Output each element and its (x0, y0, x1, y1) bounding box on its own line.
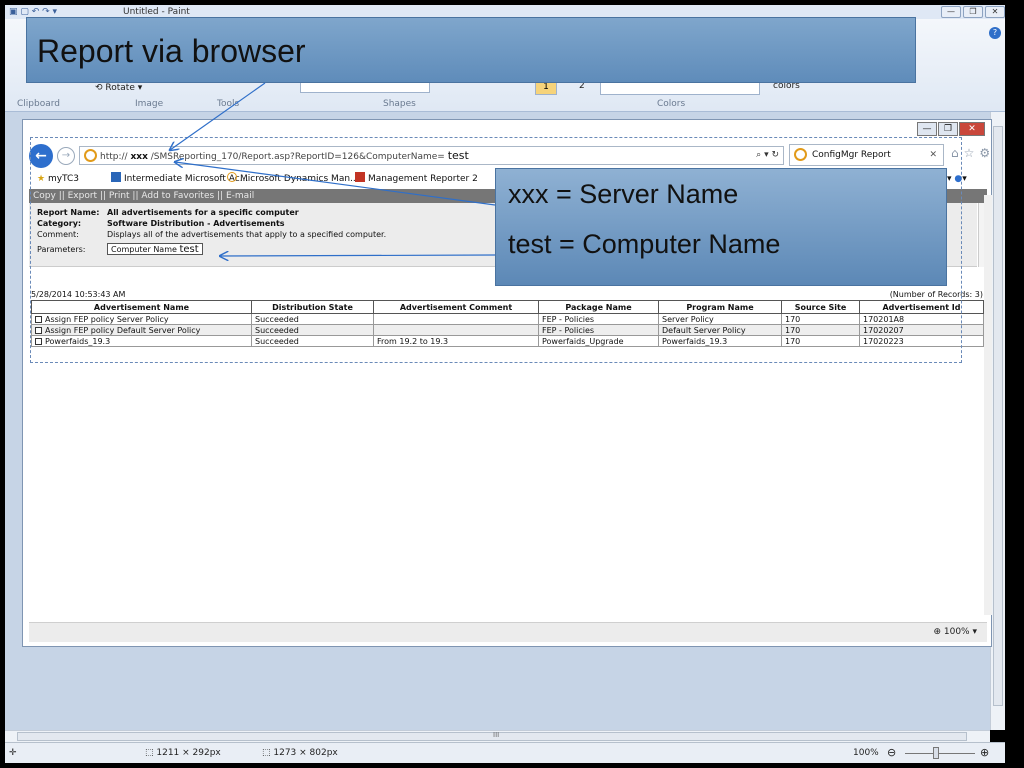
zoom-out-icon[interactable]: ⊖ (887, 746, 896, 759)
ribbon-group-colors: Colors (657, 99, 686, 109)
zoom-icon: ⊕ (933, 627, 941, 637)
close-icon[interactable]: ✕ (985, 6, 1005, 18)
image-size-icon: ⬚ (262, 748, 274, 758)
paint-status-bar: ✛ ⬚ 1211 × 292px ⬚ 1273 × 802px 100% ⊖ ⊕ (5, 742, 1005, 763)
callout-server-name: xxx = Server Name (508, 179, 739, 209)
selection-size-icon: ⬚ (145, 748, 157, 758)
scroll-thumb[interactable] (993, 126, 1003, 706)
callout-parameters: xxx = Server Name test = Computer Name (495, 168, 947, 286)
help-icon[interactable]: ? (989, 27, 1001, 39)
slide-frame: ▣ ▢ ↶ ↷ ▾ Untitled - Paint — ❐ ✕ ? ⟲ Rot… (0, 0, 1024, 768)
minimize-icon[interactable]: — (917, 122, 937, 136)
callout-computer-name: test = Computer Name (508, 229, 781, 259)
paint-window-controls: — ❐ ✕ (941, 6, 1005, 19)
maximize-icon[interactable]: ❐ (938, 122, 958, 136)
scroll-thumb[interactable] (17, 732, 967, 741)
callout-report-via-browser: Report via browser (26, 17, 916, 83)
gear-icon[interactable]: ⚙ (979, 146, 995, 160)
browser-status-bar: ⊕ 100% ▾ (29, 622, 987, 642)
zoom-slider-handle[interactable] (933, 747, 939, 759)
favorites-star-icon[interactable]: ☆ (964, 146, 980, 160)
rotate-button[interactable]: ⟲ Rotate ▾ (95, 83, 142, 93)
zoom-slider[interactable] (905, 753, 975, 754)
browser-vertical-scrollbar[interactable] (984, 195, 992, 615)
selection-size: ⬚ 1211 × 292px (145, 748, 221, 758)
image-size: ⬚ 1273 × 802px (262, 748, 338, 758)
rotate-icon: ⟲ (95, 83, 106, 93)
ribbon-group-shapes: Shapes (383, 99, 416, 109)
zoom-level: 100% (853, 748, 879, 758)
paint-vertical-scrollbar[interactable] (990, 112, 1005, 730)
minimize-icon[interactable]: — (941, 6, 961, 18)
ribbon-group-clipboard: Clipboard (17, 99, 60, 109)
ribbon-group-tools: Tools (217, 99, 240, 109)
browser-zoom[interactable]: ⊕ 100% ▾ (933, 627, 977, 637)
ribbon-group-image: Image (135, 99, 164, 109)
paint-horizontal-scrollbar[interactable]: III (5, 730, 990, 742)
close-icon[interactable]: ✕ (959, 122, 985, 136)
scroll-grip: III (493, 731, 500, 739)
maximize-icon[interactable]: ❐ (963, 6, 983, 18)
move-cursor-icon: ✛ (9, 748, 17, 758)
browser-window-controls: — ❐ ✕ (917, 122, 985, 136)
zoom-in-icon[interactable]: ⊕ (980, 746, 989, 759)
